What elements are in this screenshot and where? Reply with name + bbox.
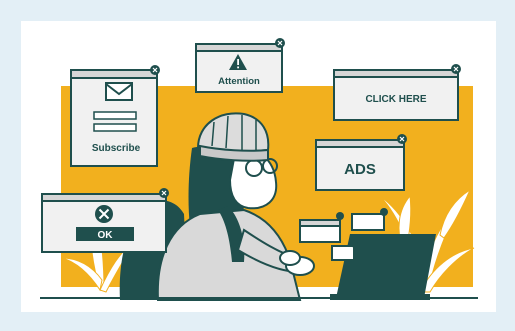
subscribe-popup: Subscribe bbox=[70, 65, 160, 167]
close-icon bbox=[397, 134, 407, 144]
subscribe-label: Subscribe bbox=[92, 143, 141, 154]
click-here-popup: CLICK HERE bbox=[333, 64, 461, 121]
click-here-label: CLICK HERE bbox=[365, 94, 426, 105]
illustration: Subscribe Attention CLICK HERE ADS OK bbox=[21, 21, 496, 312]
close-icon bbox=[150, 65, 160, 75]
close-icon bbox=[159, 188, 169, 198]
ok-label: OK bbox=[98, 230, 114, 241]
ok-popup: OK bbox=[41, 188, 169, 253]
close-icon bbox=[451, 64, 461, 74]
attention-popup: Attention bbox=[195, 38, 285, 93]
subscribe-field bbox=[93, 111, 137, 120]
subscribe-field bbox=[93, 123, 137, 132]
error-x-icon bbox=[95, 205, 113, 223]
envelope-icon bbox=[105, 82, 133, 101]
ads-label: ADS bbox=[344, 161, 376, 178]
attention-label: Attention bbox=[218, 76, 260, 87]
close-icon bbox=[275, 38, 285, 48]
ads-popup: ADS bbox=[315, 134, 407, 191]
